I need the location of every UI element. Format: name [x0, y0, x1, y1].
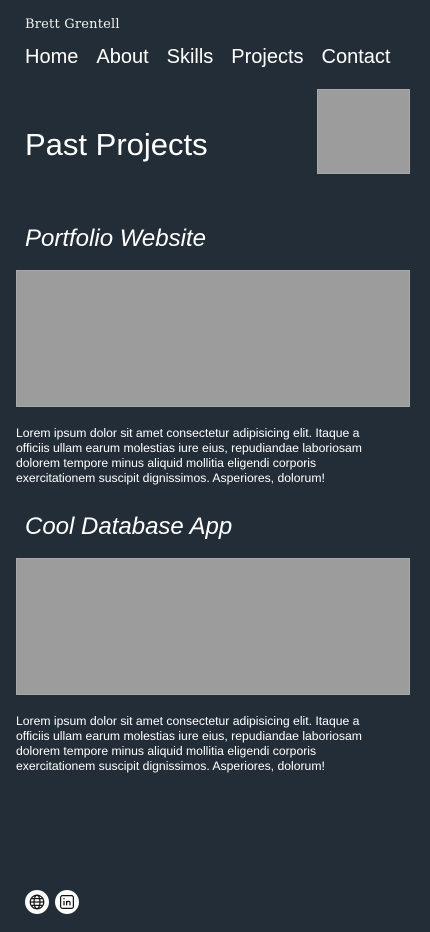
nav-link-home[interactable]: Home [25, 45, 78, 69]
project-description-cool-database-app: Lorem ipsum dolor sit amet consectetur a… [16, 714, 362, 773]
page-title: Past Projects [25, 127, 208, 162]
site-brand: Brett Grentell [25, 17, 120, 32]
project-title-portfolio-website: Portfolio Website [25, 225, 206, 252]
social-links [25, 890, 79, 914]
project-image-portfolio-website [16, 270, 410, 407]
nav-link-skills[interactable]: Skills [167, 45, 214, 69]
project-title-cool-database-app: Cool Database App [25, 513, 233, 540]
globe-link-button[interactable] [25, 890, 49, 914]
nav-link-about[interactable]: About [96, 45, 148, 69]
linkedin-icon [60, 895, 74, 909]
header-image-placeholder [317, 89, 410, 174]
nav-link-contact[interactable]: Contact [322, 45, 391, 69]
nav-link-projects[interactable]: Projects [231, 45, 303, 69]
project-description-portfolio-website: Lorem ipsum dolor sit amet consectetur a… [16, 426, 362, 485]
globe-icon [29, 894, 45, 910]
linkedin-link-button[interactable] [55, 890, 79, 914]
main-nav: Home About Skills Projects Contact [25, 45, 390, 69]
project-image-cool-database-app [16, 558, 410, 695]
